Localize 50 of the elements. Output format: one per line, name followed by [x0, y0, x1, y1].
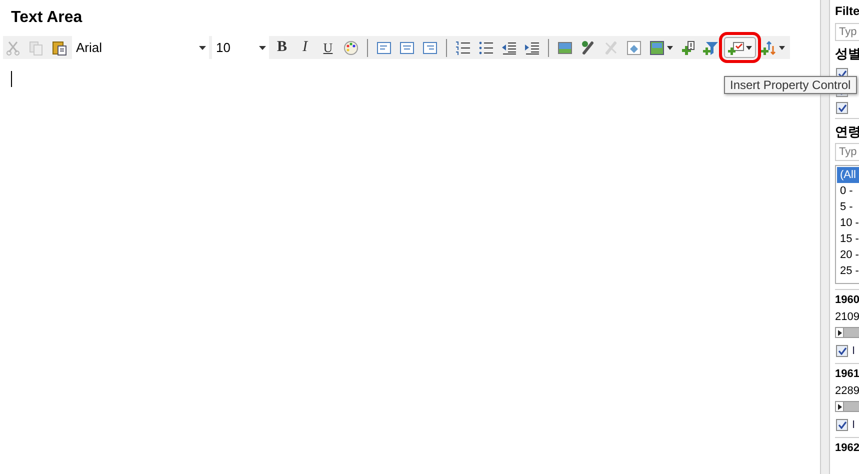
editor-title: Text Area — [10, 8, 84, 28]
paste-icon — [51, 40, 67, 56]
list-item[interactable]: 25 - — [837, 263, 859, 279]
caret-icon — [259, 46, 266, 50]
caret-icon — [779, 46, 785, 50]
section-title: 연령 — [835, 118, 859, 141]
bullet-list-icon — [478, 40, 494, 56]
list-item[interactable]: (All — [837, 167, 859, 183]
range-title: 1961 — [835, 368, 859, 380]
checkbox[interactable] — [836, 419, 848, 431]
palette-icon — [343, 40, 359, 56]
list-item[interactable]: 0 - — [837, 183, 859, 199]
cut-icon — [5, 40, 21, 56]
sort-icon — [761, 40, 777, 56]
indent-icon — [524, 40, 540, 56]
copy-icon — [28, 40, 44, 56]
checkbox-label: I — [852, 418, 856, 430]
list-item[interactable]: 20 - — [837, 247, 859, 263]
list-item[interactable]: 15 - — [837, 231, 859, 247]
checkbox[interactable] — [836, 102, 848, 114]
caret-icon — [199, 46, 206, 50]
slider-thumb[interactable] — [836, 328, 844, 337]
align-left-icon — [376, 40, 392, 56]
range-title: 1962 — [835, 442, 859, 454]
list-item[interactable]: 10 - — [837, 215, 859, 231]
format-button[interactable]: I — [295, 37, 315, 58]
format-button[interactable]: B — [272, 37, 292, 58]
filter-icon — [703, 40, 719, 56]
checkbox-label: I — [852, 344, 856, 356]
format-button[interactable]: U — [318, 37, 338, 58]
font-select[interactable]: Arial — [72, 36, 209, 59]
search-field[interactable]: Typ — [835, 23, 859, 41]
range-value: 2289 — [835, 385, 859, 397]
align-right-icon — [422, 40, 438, 56]
caret-icon — [667, 46, 673, 50]
insert-field-icon — [680, 40, 696, 56]
list-item[interactable]: 5 - — [837, 199, 859, 215]
search-field[interactable]: Typ — [835, 143, 859, 161]
slider-thumb[interactable] — [836, 402, 844, 411]
numbered-list-icon — [455, 40, 471, 56]
align-center-icon — [399, 40, 415, 56]
range-title: 1960 — [835, 294, 859, 306]
caret-icon — [746, 46, 752, 50]
tooltip: Insert Property Control — [724, 76, 857, 94]
image-icon — [557, 40, 573, 56]
size-select[interactable]: 10 — [212, 36, 269, 59]
checkbox[interactable] — [836, 345, 848, 357]
range-value: 2109 — [835, 311, 859, 323]
outdent-icon — [501, 40, 517, 56]
panel-title: Filte — [835, 4, 859, 18]
